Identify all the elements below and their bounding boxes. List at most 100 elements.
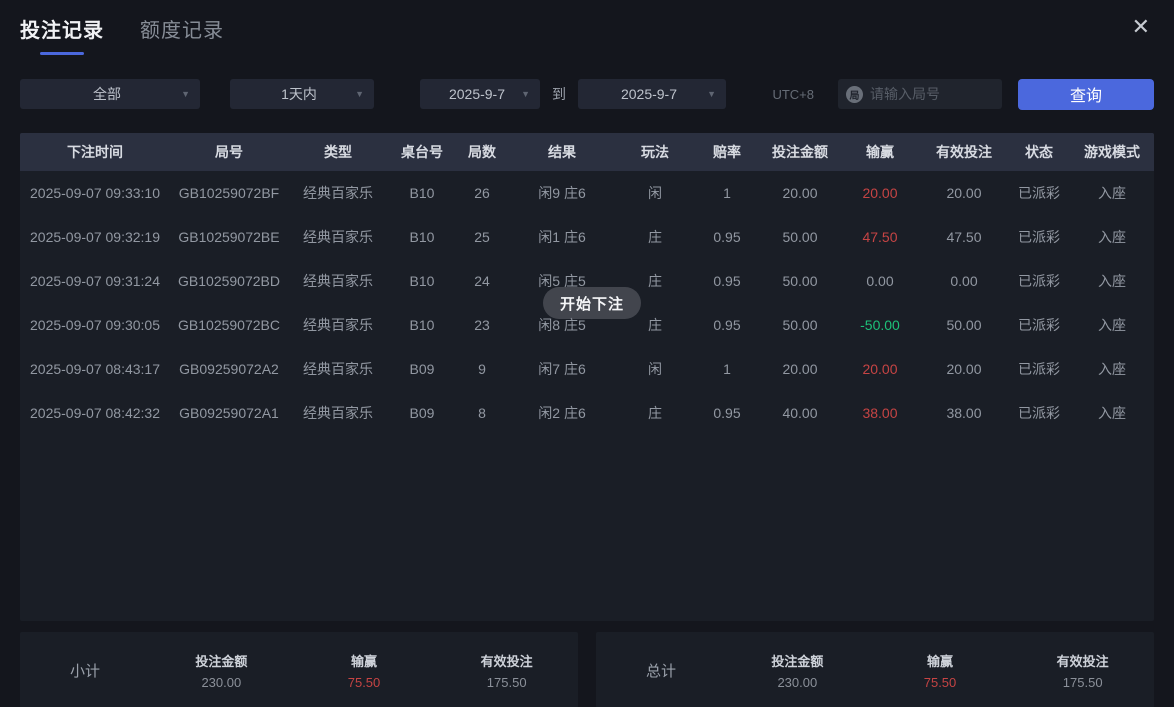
col-game-id: 局号 bbox=[170, 133, 288, 171]
cell-valid: 38.00 bbox=[920, 391, 1008, 435]
table-row: 2025-09-07 08:42:32GB09259072A1经典百家乐B098… bbox=[20, 391, 1154, 435]
cell-bet: 40.00 bbox=[760, 391, 840, 435]
col-round: 局数 bbox=[456, 133, 508, 171]
cell-winloss: -50.00 bbox=[840, 303, 920, 347]
cell-game-id: GB09259072A1 bbox=[170, 391, 288, 435]
cell-round: 25 bbox=[456, 215, 508, 259]
cell-result: 闲1 庄6 bbox=[508, 215, 616, 259]
cell-time: 2025-09-07 08:42:32 bbox=[20, 391, 170, 435]
col-winloss: 输赢 bbox=[840, 133, 920, 171]
table-header-row: 下注时间 局号 类型 桌台号 局数 结果 玩法 赔率 投注金额 输赢 有效投注 … bbox=[20, 133, 1154, 171]
cell-round: 9 bbox=[456, 347, 508, 391]
cell-status: 已派彩 bbox=[1008, 347, 1070, 391]
cell-bet: 50.00 bbox=[760, 215, 840, 259]
betting-records-dialog: 投注记录 额度记录 ✕ 全部 ▼ 1天内 ▼ 2025-9-7 ▼ 到 2025… bbox=[0, 0, 1174, 707]
summary-bar: 小计 投注金额 230.00 输赢 75.50 有效投注 175.50 总计 投… bbox=[20, 632, 1154, 707]
col-play: 玩法 bbox=[616, 133, 694, 171]
date-range-select-value: 1天内 bbox=[230, 84, 374, 104]
col-bet-time: 下注时间 bbox=[20, 133, 170, 171]
tab-bet-records-label: 投注记录 bbox=[20, 14, 104, 43]
date-to-value: 2025-9-7 bbox=[578, 86, 726, 102]
col-type: 类型 bbox=[288, 133, 388, 171]
game-id-search[interactable]: 局 bbox=[838, 79, 1002, 109]
cell-table-no: B10 bbox=[388, 171, 456, 215]
cell-valid: 47.50 bbox=[920, 215, 1008, 259]
cell-winloss: 20.00 bbox=[840, 347, 920, 391]
cell-time: 2025-09-07 08:43:17 bbox=[20, 347, 170, 391]
total-bet-amount: 投注金额 230.00 bbox=[726, 651, 869, 690]
cell-mode: 入座 bbox=[1070, 171, 1154, 215]
records-table: 下注时间 局号 类型 桌台号 局数 结果 玩法 赔率 投注金额 输赢 有效投注 … bbox=[20, 133, 1154, 621]
cell-status: 已派彩 bbox=[1008, 259, 1070, 303]
cell-time: 2025-09-07 09:32:19 bbox=[20, 215, 170, 259]
cell-bet: 50.00 bbox=[760, 259, 840, 303]
cell-result: 闲7 庄6 bbox=[508, 347, 616, 391]
cell-table-no: B10 bbox=[388, 215, 456, 259]
cell-status: 已派彩 bbox=[1008, 391, 1070, 435]
cell-result: 闲2 庄6 bbox=[508, 391, 616, 435]
cell-mode: 入座 bbox=[1070, 215, 1154, 259]
tab-bet-records[interactable]: 投注记录 bbox=[20, 14, 104, 55]
cell-type: 经典百家乐 bbox=[288, 347, 388, 391]
cell-time: 2025-09-07 09:30:05 bbox=[20, 303, 170, 347]
cell-round: 8 bbox=[456, 391, 508, 435]
cell-status: 已派彩 bbox=[1008, 303, 1070, 347]
close-icon[interactable]: ✕ bbox=[1128, 14, 1154, 40]
cell-status: 已派彩 bbox=[1008, 215, 1070, 259]
cell-odds: 0.95 bbox=[694, 259, 760, 303]
subtotal-label: 小计 bbox=[20, 660, 150, 681]
cell-play: 庄 bbox=[616, 215, 694, 259]
cell-winloss: 47.50 bbox=[840, 215, 920, 259]
cell-mode: 入座 bbox=[1070, 347, 1154, 391]
cell-status: 已派彩 bbox=[1008, 171, 1070, 215]
tab-quota-records[interactable]: 额度记录 bbox=[140, 14, 224, 55]
cell-valid: 20.00 bbox=[920, 347, 1008, 391]
date-range-select[interactable]: 1天内 ▼ bbox=[230, 79, 374, 109]
cell-bet: 20.00 bbox=[760, 347, 840, 391]
filter-bar: 全部 ▼ 1天内 ▼ 2025-9-7 ▼ 到 2025-9-7 ▼ UTC+8… bbox=[20, 79, 1154, 109]
col-bet-amount: 投注金额 bbox=[760, 133, 840, 171]
cell-type: 经典百家乐 bbox=[288, 215, 388, 259]
cell-play: 庄 bbox=[616, 391, 694, 435]
col-game-mode: 游戏模式 bbox=[1070, 133, 1154, 171]
cell-bet: 50.00 bbox=[760, 303, 840, 347]
cell-odds: 1 bbox=[694, 347, 760, 391]
subtotal-valid-bet: 有效投注 175.50 bbox=[435, 651, 578, 690]
cell-game-id: GB10259072BC bbox=[170, 303, 288, 347]
table-row: 2025-09-07 09:32:19GB10259072BE经典百家乐B102… bbox=[20, 215, 1154, 259]
col-result: 结果 bbox=[508, 133, 616, 171]
game-id-search-input[interactable] bbox=[870, 86, 994, 102]
query-button[interactable]: 查询 bbox=[1018, 79, 1154, 110]
chevron-down-icon: ▼ bbox=[707, 89, 716, 99]
bet-type-select[interactable]: 全部 ▼ bbox=[20, 79, 200, 109]
cell-type: 经典百家乐 bbox=[288, 259, 388, 303]
date-to-select[interactable]: 2025-9-7 ▼ bbox=[578, 79, 726, 109]
cell-game-id: GB10259072BF bbox=[170, 171, 288, 215]
cell-odds: 0.95 bbox=[694, 215, 760, 259]
bet-type-select-value: 全部 bbox=[20, 84, 200, 104]
cell-play: 闲 bbox=[616, 171, 694, 215]
tab-quota-records-label: 额度记录 bbox=[140, 14, 224, 43]
col-table-no: 桌台号 bbox=[388, 133, 456, 171]
cell-odds: 1 bbox=[694, 171, 760, 215]
cell-valid: 50.00 bbox=[920, 303, 1008, 347]
timezone-label: UTC+8 bbox=[772, 87, 814, 102]
table-row: 2025-09-07 09:33:10GB10259072BF经典百家乐B102… bbox=[20, 171, 1154, 215]
col-odds: 赔率 bbox=[694, 133, 760, 171]
cell-valid: 0.00 bbox=[920, 259, 1008, 303]
cell-valid: 20.00 bbox=[920, 171, 1008, 215]
subtotal-bet-amount: 投注金额 230.00 bbox=[150, 651, 293, 690]
cell-table-no: B09 bbox=[388, 347, 456, 391]
subtotal-winloss: 输赢 75.50 bbox=[293, 651, 436, 690]
cell-winloss: 38.00 bbox=[840, 391, 920, 435]
total-valid-bet: 有效投注 175.50 bbox=[1011, 651, 1154, 690]
cell-play: 闲 bbox=[616, 347, 694, 391]
total-label: 总计 bbox=[596, 660, 726, 681]
cell-mode: 入座 bbox=[1070, 259, 1154, 303]
date-from-select[interactable]: 2025-9-7 ▼ bbox=[420, 79, 540, 109]
cell-bet: 20.00 bbox=[760, 171, 840, 215]
cell-table-no: B09 bbox=[388, 391, 456, 435]
cell-game-id: GB10259072BD bbox=[170, 259, 288, 303]
cell-mode: 入座 bbox=[1070, 391, 1154, 435]
cell-round: 26 bbox=[456, 171, 508, 215]
